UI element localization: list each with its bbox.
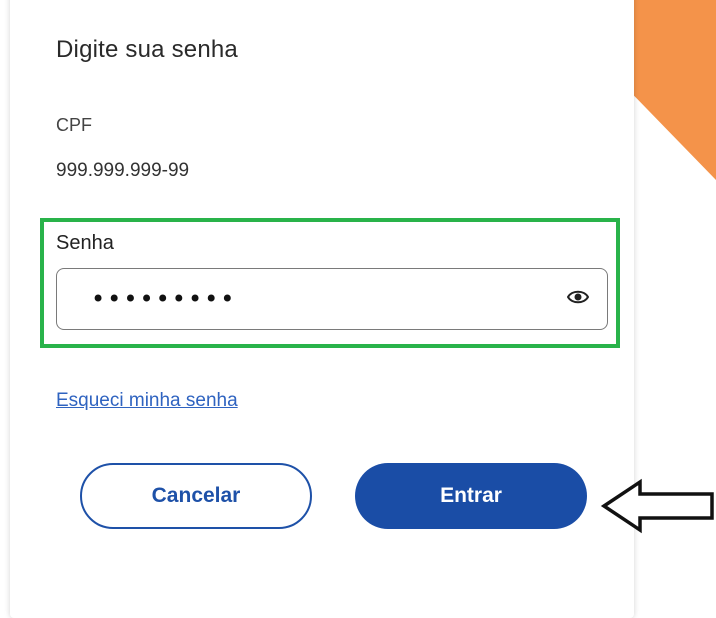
forgot-password-link[interactable]: Esqueci minha senha (56, 390, 238, 412)
eye-icon[interactable] (567, 289, 589, 305)
cancel-button[interactable]: Cancelar (80, 463, 312, 529)
cpf-label: CPF (56, 115, 92, 135)
login-card: Digite sua senha CPF 999.999.999-99 Senh… (10, 0, 634, 618)
arrow-left-icon (600, 478, 714, 534)
cpf-value: 999.999.999-99 (56, 160, 190, 181)
page-title: Digite sua senha (56, 36, 238, 63)
enter-button[interactable]: Entrar (355, 463, 587, 529)
password-value: ••••••••• (91, 285, 237, 313)
password-field[interactable]: ••••••••• (56, 268, 608, 330)
password-label: Senha (56, 232, 114, 254)
